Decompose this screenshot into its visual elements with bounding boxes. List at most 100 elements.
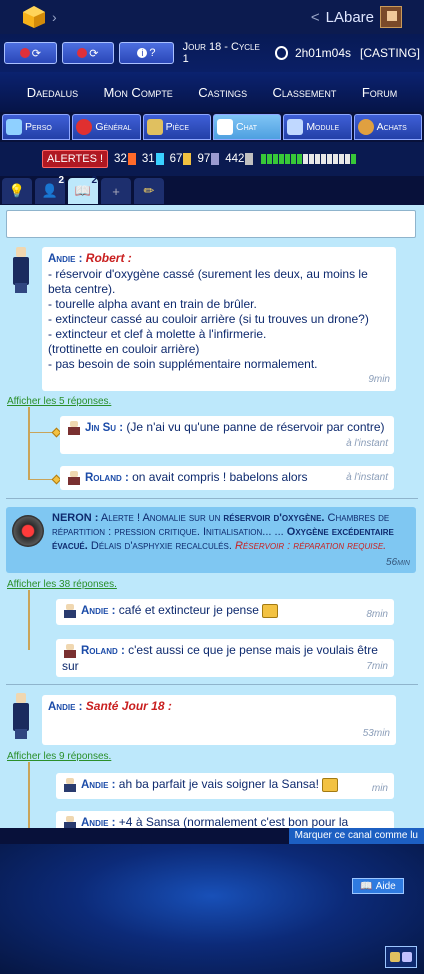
mark-read-button[interactable]: Marquer ce canal comme lu xyxy=(288,828,424,844)
character-mini-icon xyxy=(62,815,78,828)
menu-daedalus[interactable]: Daedalus xyxy=(27,85,78,100)
tab-room[interactable]: Pièce xyxy=(142,114,211,140)
reply-andie-3: Andie : +4 à Sansa (normalement c'est bo… xyxy=(56,811,394,828)
menu-castings[interactable]: Castings xyxy=(198,85,247,100)
map-icon xyxy=(146,119,163,135)
fuel-stat: 31 xyxy=(142,153,164,165)
reply-andie: Andie : café et extincteur je pense 8min xyxy=(56,599,394,625)
cycle-timer: 2h01m04s xyxy=(294,46,351,60)
gear-icon xyxy=(390,952,400,962)
ship-stats: ALERTES ! 32 31 67 97 442 xyxy=(0,142,424,176)
channel-tab-tips[interactable]: 💡 xyxy=(2,178,32,204)
thread-line xyxy=(28,407,30,479)
book-emoji-icon xyxy=(322,777,339,792)
shield-icon xyxy=(211,153,220,165)
book-icon: 📖 xyxy=(360,880,373,892)
message-robert: Andie : Robert : - réservoir d'oxygène c… xyxy=(42,247,396,391)
chevron-right-icon[interactable]: › xyxy=(52,9,57,25)
coffee-icon xyxy=(262,603,279,618)
cycle-label: Jour 18 - Cycle 1 xyxy=(182,41,260,65)
menu-ranking[interactable]: Classement xyxy=(273,85,337,100)
reply-roland-2: Roland : c'est aussi ce que je pense mai… xyxy=(56,639,394,677)
tab-chat[interactable]: Chat xyxy=(212,114,282,140)
chat-panel: Andie : Robert : - réservoir d'oxygène c… xyxy=(0,205,424,828)
person-icon xyxy=(6,119,22,135)
thread-line xyxy=(28,590,30,650)
thread-line xyxy=(28,762,30,828)
info-icon: i xyxy=(137,48,148,58)
character-portrait xyxy=(12,247,30,293)
divider xyxy=(6,498,418,499)
gear-icon xyxy=(402,952,412,962)
refresh-icon: ⟳ xyxy=(89,47,99,60)
show-replies-link[interactable]: Afficher les 38 réponses. xyxy=(7,579,117,590)
target-icon xyxy=(76,119,93,135)
lightbulb-icon: 💡 xyxy=(8,183,26,198)
reply-jinsu: Jin Su : (Je n'ai vu qu'une panne de rés… xyxy=(60,416,394,454)
settings-corner-button[interactable] xyxy=(385,946,417,968)
cube-logo-icon[interactable] xyxy=(22,5,46,29)
game-tabs: Perso Général Pièce Chat Module Achats xyxy=(0,112,424,142)
extra-stat: 442 xyxy=(225,153,254,165)
channel-tab-add[interactable]: + xyxy=(101,178,131,204)
hull-stat: 67 xyxy=(170,153,192,165)
channel-tab-write[interactable]: ✏ xyxy=(134,178,164,204)
tab-module[interactable]: Module xyxy=(283,114,352,140)
character-mini-icon xyxy=(66,470,82,485)
reply-andie-2: Andie : ah ba parfait je vais soigner la… xyxy=(56,773,394,799)
alerts-button[interactable]: ALERTES ! xyxy=(42,150,109,168)
book-icon: 📖 xyxy=(74,183,92,198)
pencil-icon: ✏ xyxy=(143,183,155,198)
avatar[interactable] xyxy=(380,6,402,28)
user-menu[interactable]: < LAbare xyxy=(311,6,402,28)
game-status: [CASTING] xyxy=(360,46,421,60)
show-replies-link[interactable]: Afficher les 5 réponses. xyxy=(7,396,111,407)
crew-bar xyxy=(261,154,357,164)
message-sante: Andie : Santé Jour 18 : 53min xyxy=(42,695,396,745)
tab-shop[interactable]: Achats xyxy=(353,114,422,140)
game-bar: ⟳ ⟳ i? Jour 18 - Cycle 1 2h01m04s [CASTI… xyxy=(0,34,424,72)
character-portrait xyxy=(12,693,30,739)
refresh-icon: ⟳ xyxy=(31,47,41,60)
reply-roland: Roland : on avait compris ! babelons alo… xyxy=(60,466,394,490)
refresh-alt-button[interactable]: ⟳ xyxy=(61,42,115,64)
divider xyxy=(6,684,418,685)
clock-icon xyxy=(274,46,288,60)
show-replies-link[interactable]: Afficher les 9 réponses. xyxy=(7,751,111,762)
message-input[interactable] xyxy=(6,210,416,238)
oxygen-icon xyxy=(127,153,136,165)
tab-perso[interactable]: Perso xyxy=(2,114,71,140)
plus-icon: + xyxy=(112,183,120,199)
tab-general[interactable]: Général xyxy=(72,114,141,140)
main-menu: Daedalus Mon Compte Castings Classement … xyxy=(0,72,424,112)
mushroom-icon xyxy=(19,48,30,58)
mushroom-icon xyxy=(77,48,88,58)
help-button[interactable]: i? xyxy=(119,42,174,64)
oxygen-stat: 32 xyxy=(114,153,136,165)
fuel-icon xyxy=(155,153,164,165)
top-bar: › < LAbare xyxy=(0,0,424,34)
shop-icon xyxy=(357,119,374,135)
bottom-panel xyxy=(0,844,424,974)
channel-tab-private[interactable]: 👤 2 xyxy=(35,175,65,204)
channel-tabs: 💡 👤 2 📖 2 + ✏ xyxy=(0,175,424,206)
message-time: 9min xyxy=(368,374,390,385)
channel-tab-public[interactable]: 📖 2 xyxy=(68,175,98,204)
person-icon: 👤 xyxy=(41,183,59,198)
character-mini-icon xyxy=(62,643,78,658)
character-mini-icon xyxy=(66,420,82,435)
menu-account[interactable]: Mon Compte xyxy=(103,85,172,100)
book-icon xyxy=(216,119,233,135)
menu-forum[interactable]: Forum xyxy=(362,85,397,100)
back-icon[interactable]: < xyxy=(311,9,320,26)
crew-icon xyxy=(245,153,254,165)
refresh-button[interactable]: ⟳ xyxy=(4,42,57,64)
character-mini-icon xyxy=(62,777,78,792)
glasses-icon xyxy=(287,119,304,135)
hull-icon xyxy=(183,153,192,165)
help-button-bottom[interactable]: 📖 Aide xyxy=(352,878,404,894)
shield-stat: 97 xyxy=(197,153,220,165)
neron-eye-icon xyxy=(12,515,44,547)
user-name[interactable]: LAbare xyxy=(326,9,374,26)
character-mini-icon xyxy=(62,603,78,618)
